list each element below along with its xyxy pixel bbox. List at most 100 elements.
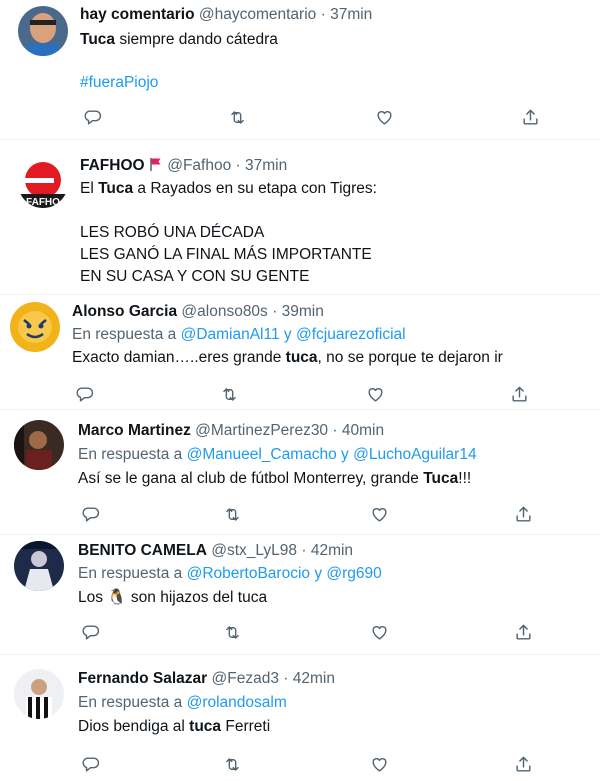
avatar[interactable]	[14, 420, 64, 470]
tweet-text: Los 🐧 son hijazos del tuca	[78, 587, 593, 609]
timestamp[interactable]: 42min	[293, 670, 335, 687]
mention-link[interactable]: @Manueel_Camacho	[187, 446, 337, 463]
share-icon[interactable]	[511, 620, 535, 644]
author-handle[interactable]: @Fezad3	[212, 670, 279, 687]
tweet-actions	[78, 502, 548, 526]
mention-link[interactable]: @rolandosalm	[187, 694, 287, 711]
tweet[interactable]: BENITO CAMELA @stx_LyL98 · 42min En resp…	[0, 535, 600, 655]
separator: ·	[283, 670, 289, 687]
text: a Rayados en su etapa con Tigres:	[133, 180, 377, 197]
penguin-emoji: 🐧	[107, 589, 127, 606]
like-icon[interactable]	[372, 105, 396, 129]
reply-icon[interactable]	[78, 620, 102, 644]
reply-and: y	[310, 565, 327, 582]
tweet-text: Dios bendiga al tuca Ferreti	[78, 716, 593, 738]
tweet-text: El Tuca a Rayados en su etapa con Tigres…	[80, 178, 580, 288]
text-line: LES ROBÓ UNA DÉCADA	[80, 224, 265, 241]
mention-link[interactable]: @LuchoAguilar14	[353, 446, 476, 463]
text-line: EN SU CASA Y CON SU GENTE	[80, 268, 310, 285]
bold-text: Tuca	[98, 180, 134, 197]
tweet-actions	[78, 620, 548, 644]
share-icon[interactable]	[518, 105, 542, 129]
avatar[interactable]: FAFHO	[18, 158, 68, 208]
tweet[interactable]: Marco Martinez @MartinezPerez30 · 40min …	[0, 410, 600, 535]
author-handle[interactable]: @stx_LyL98	[211, 542, 297, 559]
retweet-icon[interactable]	[220, 502, 244, 526]
tweet-actions	[72, 382, 542, 406]
like-icon[interactable]	[367, 620, 391, 644]
text: son hijazos del tuca	[126, 589, 268, 606]
author-name[interactable]: Marco Martinez	[78, 422, 191, 439]
author-handle[interactable]: @alonso80s	[181, 303, 267, 320]
like-icon[interactable]	[363, 382, 387, 406]
text: Dios bendiga al	[78, 718, 190, 735]
timestamp[interactable]: 37min	[245, 157, 287, 174]
author-name[interactable]: Alonso Garcia	[72, 303, 177, 320]
timestamp[interactable]: 40min	[342, 422, 384, 439]
mention-link[interactable]: @RobertoBarocio	[187, 565, 310, 582]
author-name[interactable]: BENITO CAMELA	[78, 542, 207, 559]
separator: ·	[301, 542, 307, 559]
share-icon[interactable]	[511, 502, 535, 526]
reply-and: y	[279, 326, 296, 343]
author-name[interactable]: hay comentario	[80, 6, 195, 23]
reply-context: En respuesta a @DamianAl11 y @fcjuarezof…	[72, 326, 406, 344]
text: Los	[78, 589, 108, 606]
text: !!!	[458, 470, 472, 487]
reply-icon[interactable]	[78, 502, 102, 526]
author-name[interactable]: Fernando Salazar	[78, 670, 207, 687]
text: siempre dando cátedra	[115, 31, 278, 48]
author-handle[interactable]: @MartinezPerez30	[195, 422, 328, 439]
avatar[interactable]	[14, 541, 64, 591]
text: , no se porque te dejaron ir	[317, 349, 503, 366]
avatar[interactable]	[10, 302, 60, 352]
text: El	[80, 180, 99, 197]
author-name[interactable]: FAFHOO	[80, 157, 145, 174]
tweet-actions	[80, 105, 550, 129]
reply-icon[interactable]	[72, 382, 96, 406]
retweet-icon[interactable]	[225, 105, 249, 129]
tweet[interactable]: Alonso Garcia @alonso80s · 39min En resp…	[0, 295, 600, 410]
avatar[interactable]	[18, 6, 68, 56]
retweet-icon[interactable]	[220, 752, 244, 776]
separator: ·	[235, 157, 241, 174]
bold-text: Tuca	[423, 470, 459, 487]
text: Ferreti	[221, 718, 271, 735]
separator: ·	[332, 422, 338, 439]
mention-link[interactable]: @rg690	[326, 565, 381, 582]
reply-icon[interactable]	[80, 105, 104, 129]
reply-context: En respuesta a @rolandosalm	[78, 694, 287, 712]
text: Así se le gana al club de fútbol Monterr…	[78, 470, 424, 487]
reply-prefix: En respuesta a	[78, 446, 187, 463]
avatar-logo-text: FAFHO	[26, 197, 60, 208]
share-icon[interactable]	[511, 752, 535, 776]
reply-and: y	[336, 446, 354, 463]
reply-prefix: En respuesta a	[72, 326, 181, 343]
bold-text: tuca	[285, 349, 318, 366]
mention-link[interactable]: @fcjuarezoficial	[296, 326, 406, 343]
reply-context: En respuesta a @Manueel_Camacho y @Lucho…	[78, 446, 477, 464]
retweet-icon[interactable]	[217, 382, 241, 406]
tweet[interactable]: FAFHO FAFHOO @Fafhoo · 37min El Tuca a R…	[0, 140, 600, 295]
share-icon[interactable]	[507, 382, 531, 406]
mention-link[interactable]: @DamianAl11	[181, 326, 280, 343]
reply-icon[interactable]	[78, 752, 102, 776]
tweet[interactable]: hay comentario @haycomentario · 37min Tu…	[0, 0, 600, 140]
avatar[interactable]	[14, 669, 64, 719]
timestamp[interactable]: 37min	[330, 6, 372, 23]
bold-text: Tuca	[80, 31, 116, 48]
author-handle[interactable]: @haycomentario	[199, 6, 316, 23]
like-icon[interactable]	[367, 502, 391, 526]
hashtag-link[interactable]: #fueraPiojo	[80, 74, 158, 91]
tweet-text: Así se le gana al club de fútbol Monterr…	[78, 468, 593, 490]
tweet-text: Exacto damian…..eres grande tuca, no se …	[72, 347, 592, 369]
text-line: LES GANÓ LA FINAL MÁS IMPORTANTE	[80, 246, 372, 263]
timestamp[interactable]: 42min	[311, 542, 353, 559]
author-handle[interactable]: @Fafhoo	[167, 157, 231, 174]
tweet[interactable]: Fernando Salazar @Fezad3 · 42min En resp…	[0, 655, 600, 781]
separator: ·	[320, 6, 326, 23]
timestamp[interactable]: 39min	[282, 303, 324, 320]
separator: ·	[272, 303, 278, 320]
retweet-icon[interactable]	[220, 620, 244, 644]
like-icon[interactable]	[367, 752, 391, 776]
